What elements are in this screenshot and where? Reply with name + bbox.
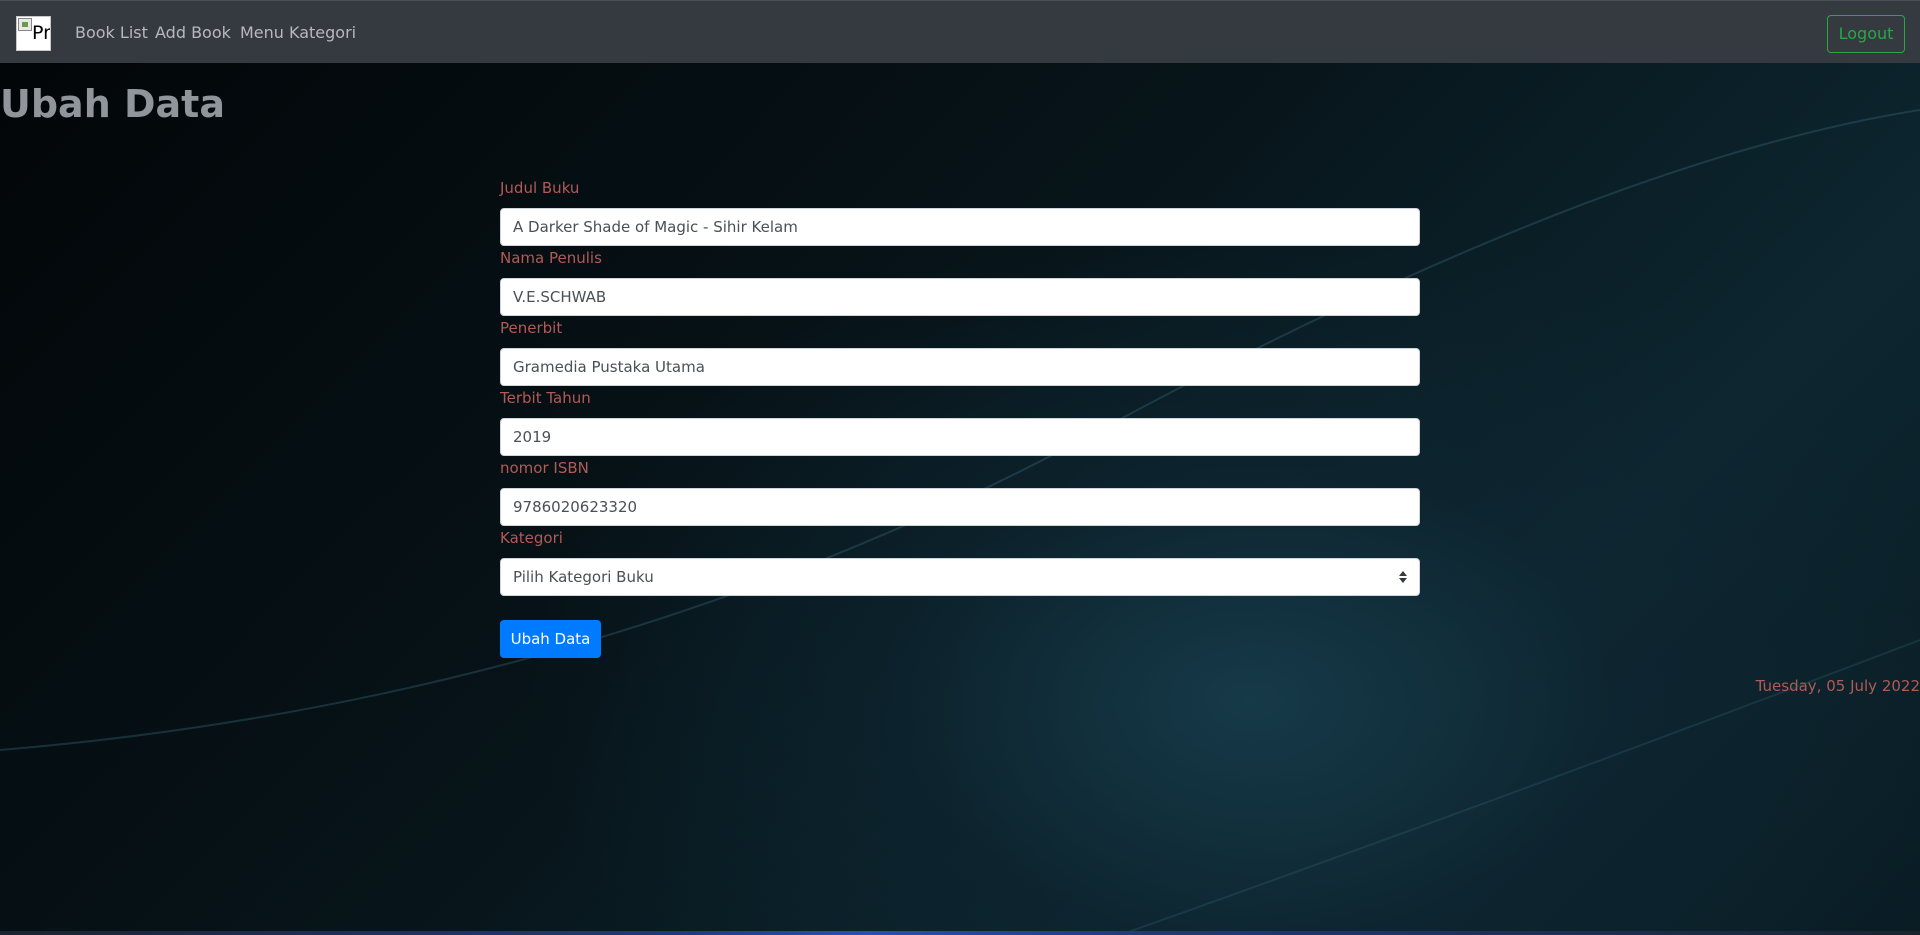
nomor-isbn-input[interactable]: 9786020623320	[500, 488, 1420, 526]
brand-logo[interactable]: Pr	[16, 16, 51, 51]
bottom-taskbar-strip	[0, 931, 1920, 935]
nav-link-book-list[interactable]: Book List	[75, 23, 148, 43]
broken-image-icon	[18, 18, 32, 31]
ubah-data-button[interactable]: Ubah Data	[500, 620, 601, 658]
nav-link-menu-kategori[interactable]: Menu Kategori	[240, 23, 356, 43]
nama-penulis-input[interactable]: V.E.SCHWAB	[500, 278, 1420, 316]
kategori-select-value: Pilih Kategori Buku	[513, 568, 654, 586]
nomor-isbn-label: nomor ISBN	[500, 459, 589, 477]
brand-logo-alt-text: Pr	[32, 22, 51, 44]
kategori-select[interactable]: Pilih Kategori Buku	[500, 558, 1420, 596]
terbit-tahun-input[interactable]: 2019	[500, 418, 1420, 456]
judul-buku-label: Judul Buku	[500, 179, 580, 197]
nav-link-add-book[interactable]: Add Book	[155, 23, 231, 43]
page-background	[0, 0, 1920, 935]
select-arrows-icon	[1399, 571, 1407, 583]
page-title: Ubah Data	[0, 82, 225, 126]
penerbit-input[interactable]: Gramedia Pustaka Utama	[500, 348, 1420, 386]
logout-button[interactable]: Logout	[1827, 15, 1905, 53]
background-curve-decoration	[0, 109, 1920, 935]
top-navbar: Pr Book List Add Book Menu Kategori Logo…	[0, 0, 1920, 63]
judul-buku-input[interactable]: A Darker Shade of Magic - Sihir Kelam	[500, 208, 1420, 246]
current-date: Tuesday, 05 July 2022	[1755, 677, 1920, 695]
nama-penulis-label: Nama Penulis	[500, 249, 602, 267]
kategori-label: Kategori	[500, 529, 563, 547]
terbit-tahun-label: Terbit Tahun	[500, 389, 591, 407]
penerbit-label: Penerbit	[500, 319, 563, 337]
